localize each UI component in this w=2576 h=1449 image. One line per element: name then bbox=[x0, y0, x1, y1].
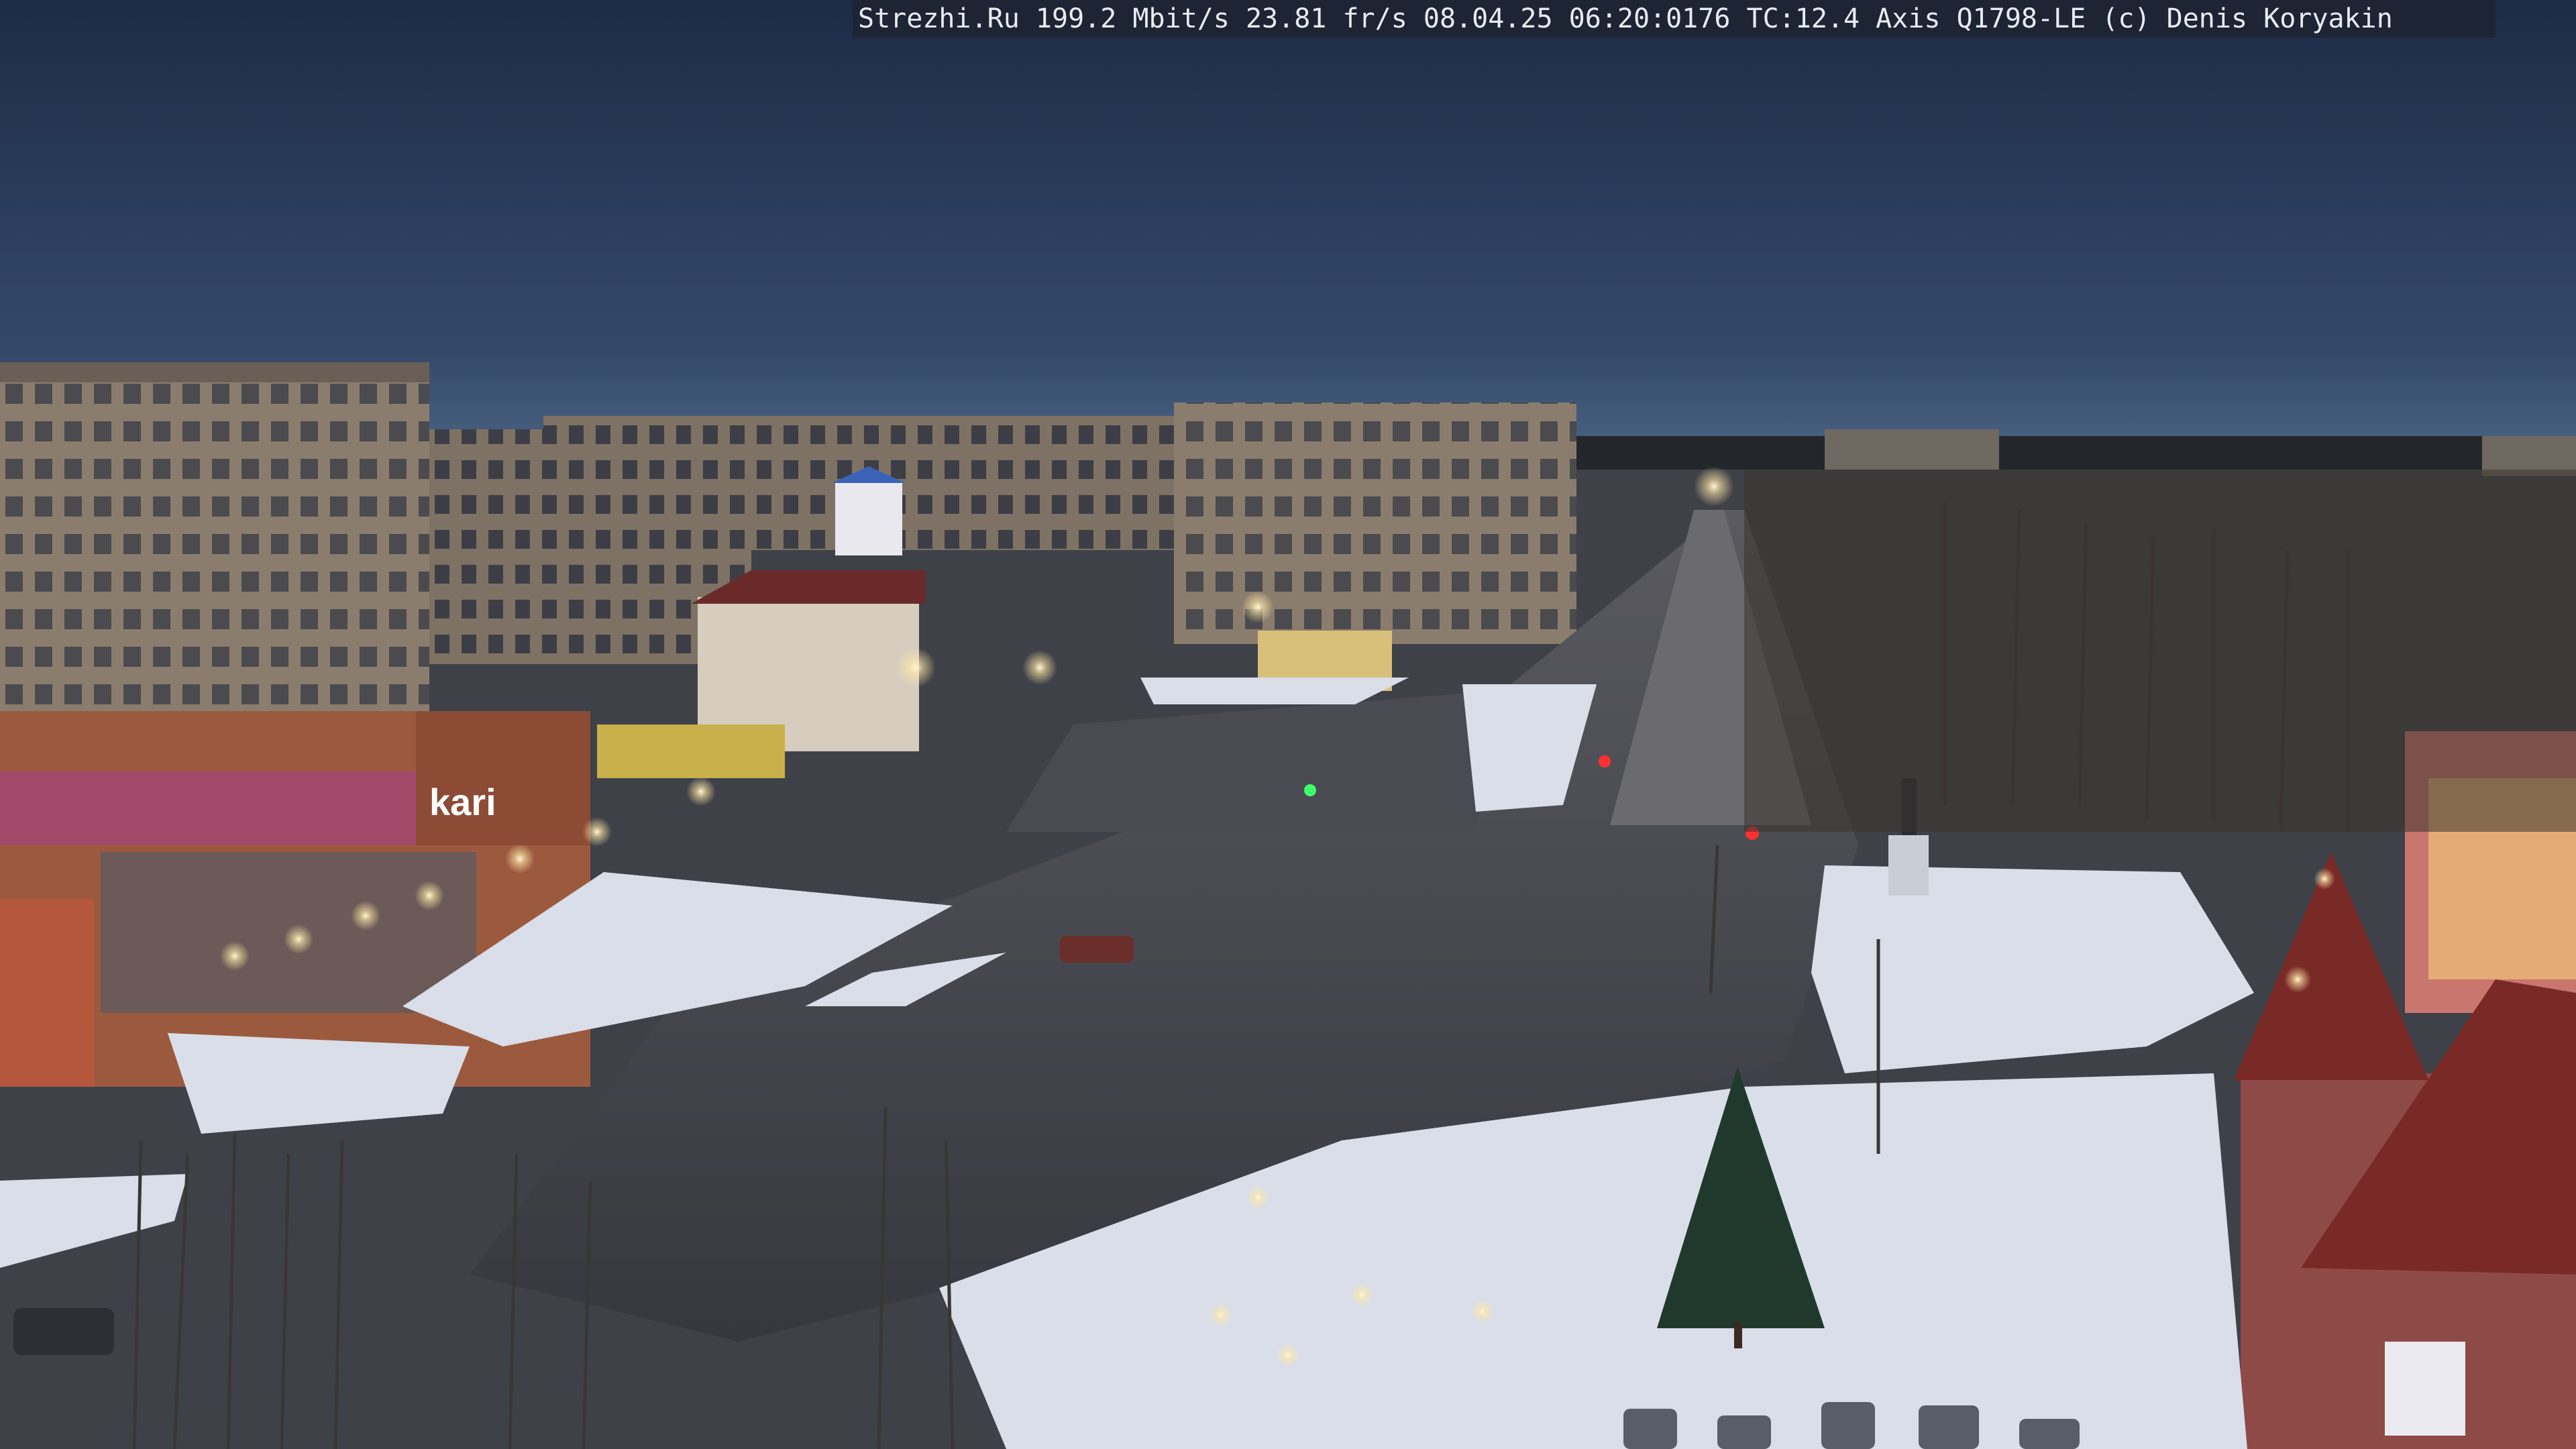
street-light bbox=[1246, 1185, 1270, 1210]
street-light bbox=[1350, 1283, 1374, 1307]
street-light bbox=[1276, 1343, 1300, 1367]
street-light bbox=[1694, 466, 1734, 506]
street-light bbox=[1022, 650, 1057, 685]
street-light bbox=[1209, 1303, 1233, 1327]
camera-overlay-text: Strezhi.Ru 199.2 Mbit/s 23.81 fr/s 08.04… bbox=[853, 0, 2496, 38]
parked-car bbox=[1919, 1405, 1979, 1449]
street-light bbox=[284, 924, 313, 954]
parked-car bbox=[1821, 1402, 1875, 1449]
street-light bbox=[686, 777, 716, 806]
traffic-light-green bbox=[1304, 784, 1316, 796]
street-light bbox=[2314, 868, 2335, 890]
street-light bbox=[351, 901, 380, 930]
parked-car bbox=[1717, 1415, 1771, 1449]
storefront-logo: kari bbox=[429, 781, 496, 823]
street-light bbox=[582, 817, 612, 847]
parked-car bbox=[13, 1308, 114, 1355]
webcam-scene: kari bbox=[0, 0, 2576, 1449]
street-light bbox=[505, 844, 535, 873]
street-light bbox=[1242, 591, 1274, 623]
parked-car bbox=[1623, 1409, 1677, 1449]
street-light bbox=[2284, 966, 2311, 993]
street-light bbox=[220, 941, 250, 971]
street-light bbox=[1470, 1299, 1495, 1324]
parked-car bbox=[2019, 1419, 2080, 1449]
forest-mass bbox=[1744, 470, 2576, 832]
street-light bbox=[896, 647, 936, 688]
traffic-light-red bbox=[1599, 755, 1611, 767]
parked-car bbox=[1060, 936, 1134, 963]
street-light bbox=[415, 881, 444, 910]
